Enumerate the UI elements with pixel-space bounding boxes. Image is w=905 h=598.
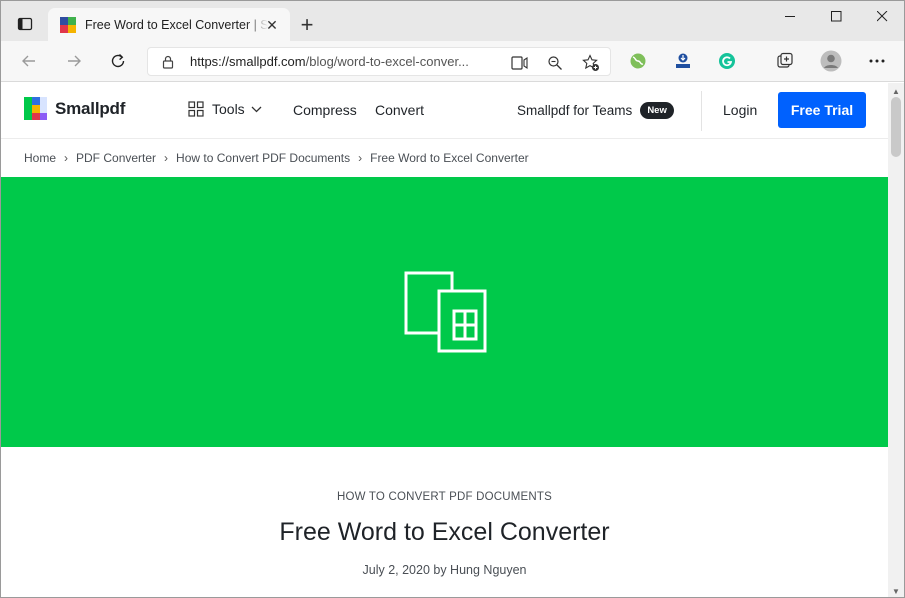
breadcrumb-separator: › [64,151,69,165]
breadcrumb-current-page: Free Word to Excel Converter [370,151,529,165]
site-header: Smallpdf Tools Compress Convert Smallpdf… [1,83,888,139]
nav-compress-link[interactable]: Compress [293,102,357,118]
new-tab-button[interactable]: + [293,11,321,39]
breadcrumb-home[interactable]: Home [24,151,56,165]
close-icon [876,10,887,21]
smallpdf-for-teams-link[interactable]: Smallpdf for Teams New [517,102,674,119]
tab-title: Free Word to Excel Converter | Smallpdf [85,17,268,32]
tab-close-icon[interactable]: ✕ [264,17,280,33]
url-text[interactable]: https://smallpdf.com/blog/word-to-excel-… [190,54,502,69]
forward-button[interactable] [59,47,89,75]
article-meta: July 2, 2020 by Hung Nguyen [362,563,527,577]
address-bar[interactable]: https://smallpdf.com/blog/word-to-excel-… [147,47,611,76]
refresh-icon [111,53,125,68]
tab-actions-button[interactable] [9,10,41,38]
arrow-right-icon [68,55,81,67]
hero-banner [1,177,888,447]
page-scrollbar[interactable]: ▲ ▼ [888,83,904,597]
arrow-left-icon [22,55,35,67]
profile-avatar-icon[interactable] [820,50,842,72]
url-path: /blog/word-to-excel-conver... [305,54,469,69]
extension-download-icon[interactable] [672,50,694,72]
more-menu-icon[interactable] [866,50,888,72]
minimize-button[interactable] [767,1,813,31]
breadcrumb-separator: › [164,151,169,165]
browser-toolbar: https://smallpdf.com/blog/word-to-excel-… [1,41,904,82]
tab-actions-icon [17,17,33,31]
tools-menu-button[interactable]: Tools [188,101,262,117]
logo-text: Smallpdf [55,98,126,118]
teams-label: Smallpdf for Teams [517,103,633,118]
web-page: Smallpdf Tools Compress Convert Smallpdf… [1,83,888,597]
grid-icon [188,101,204,117]
breadcrumb-separator: › [358,151,363,165]
scrollbar-thumb[interactable] [891,97,901,157]
title-bar: Free Word to Excel Converter | Smallpdf … [1,1,904,41]
breadcrumb-how-to-convert[interactable]: How to Convert PDF Documents [176,151,350,165]
close-window-button[interactable] [859,1,904,31]
browser-window: Free Word to Excel Converter | Smallpdf … [0,0,905,598]
grammarly-icon[interactable] [716,50,738,72]
scroll-up-icon[interactable]: ▲ [892,87,900,96]
word-to-excel-illustration-icon [404,271,487,353]
maximize-icon [830,10,841,21]
maximize-button[interactable] [813,1,859,31]
article-title: Free Word to Excel Converter [279,518,610,546]
free-trial-button[interactable]: Free Trial [778,92,866,128]
lock-icon[interactable] [160,54,176,70]
article-category[interactable]: HOW TO CONVERT PDF DOCUMENTS [1,491,888,503]
minimize-icon [784,15,795,17]
login-link[interactable]: Login [723,102,757,118]
smallpdf-favicon-icon [60,16,76,33]
browser-tab[interactable]: Free Word to Excel Converter | Smallpdf … [48,8,290,41]
smallpdf-logo[interactable]: Smallpdf [24,97,125,120]
chevron-down-icon [251,106,262,112]
url-host: https://smallpdf.com [190,54,306,69]
immersive-reader-icon[interactable] [510,53,530,73]
nav-divider [701,91,702,131]
smallpdf-logo-icon [24,97,47,120]
nav-convert-link[interactable]: Convert [375,102,424,118]
back-button[interactable] [14,47,44,75]
scroll-down-icon[interactable]: ▼ [892,587,900,596]
collections-icon[interactable] [774,50,796,72]
breadcrumb-pdf-converter[interactable]: PDF Converter [76,151,156,165]
tools-label: Tools [212,101,245,117]
new-badge: New [640,102,674,119]
zoom-icon[interactable] [545,53,565,73]
refresh-button[interactable] [103,47,133,75]
add-favorite-icon[interactable] [581,53,601,73]
breadcrumb: Home › PDF Converter › How to Convert PD… [24,151,529,165]
extension-globe-icon[interactable] [627,50,649,72]
